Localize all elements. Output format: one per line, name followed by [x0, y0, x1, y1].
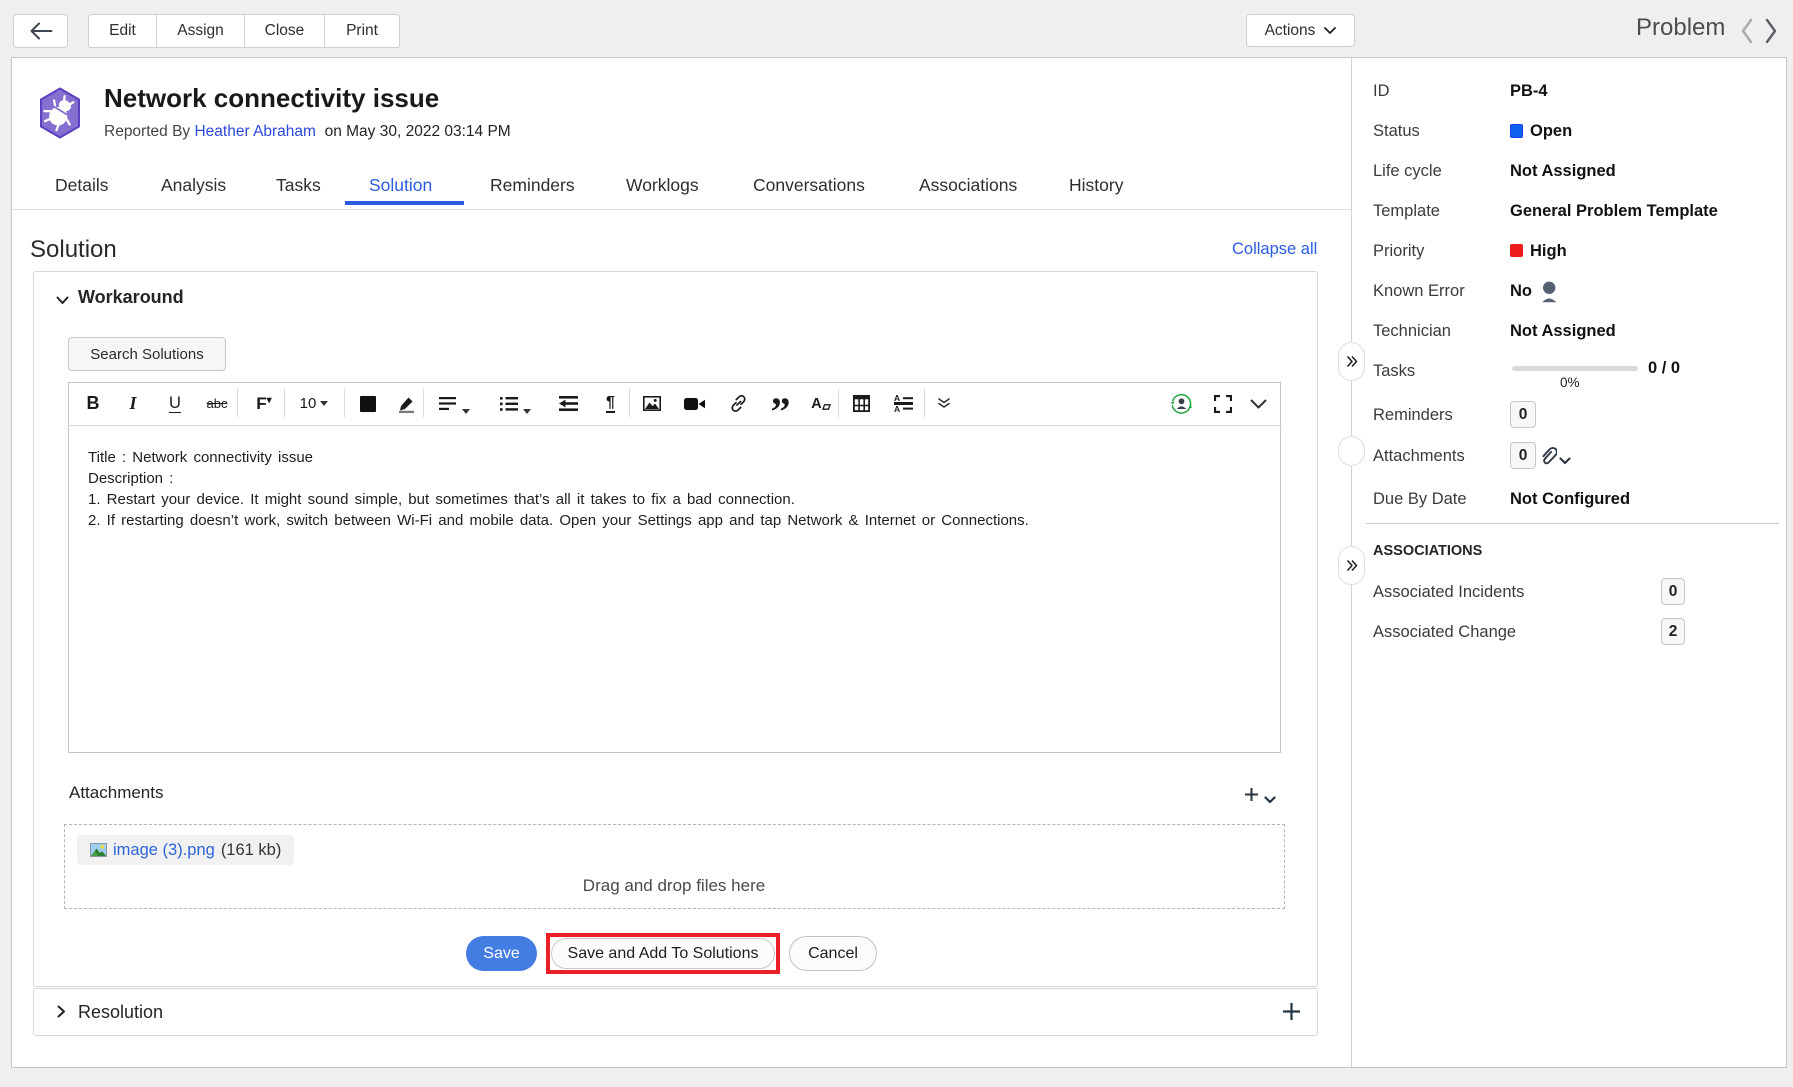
svg-text:A: A — [894, 404, 900, 412]
svg-text:A: A — [894, 395, 900, 403]
